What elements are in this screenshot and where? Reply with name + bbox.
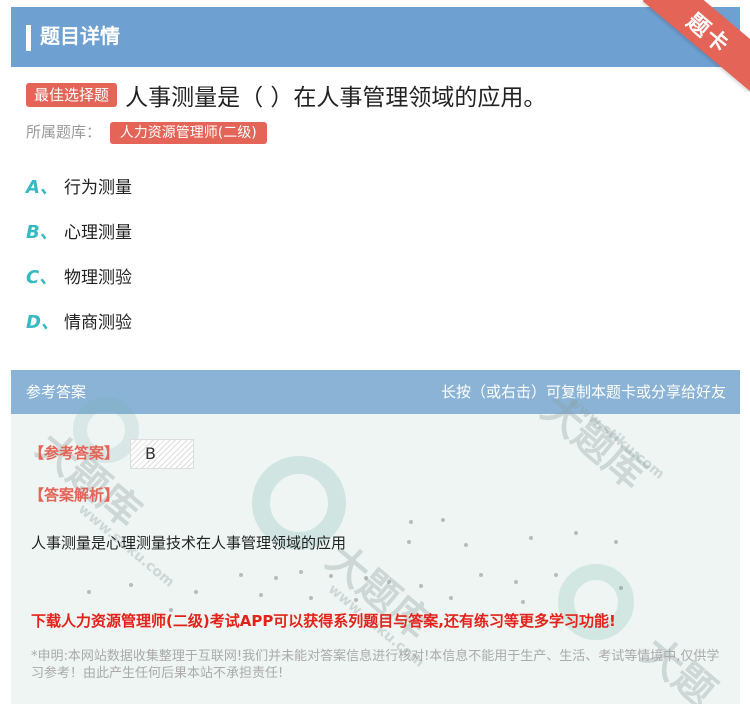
option-c[interactable]: C、 物理测验	[26, 263, 132, 308]
answer-value: B	[130, 439, 194, 469]
answer-label: 【参考答案】	[29, 444, 120, 462]
option-text: 物理测验	[64, 268, 132, 288]
ribbon-label: 题卡	[681, 9, 735, 60]
option-letter: D、	[26, 312, 59, 333]
page-title: 题目详情	[40, 24, 120, 48]
option-letter: A、	[26, 177, 58, 198]
option-letter: C、	[26, 267, 58, 288]
analysis-label: 【答案解析】	[29, 486, 120, 504]
source-label: 所属题库：	[26, 123, 102, 141]
options-list: A、 行为测量 B、 心理测量 C、 物理测验 D、 情商测验	[26, 173, 132, 353]
option-d[interactable]: D、 情商测验	[26, 308, 132, 353]
option-b[interactable]: B、 心理测量	[26, 218, 132, 263]
question-source: 所属题库： 人力资源管理师(二级)	[26, 120, 267, 144]
option-a[interactable]: A、 行为测量	[26, 173, 132, 218]
question: 最佳选择题 人事测量是（ ）在人事管理领域的应用。	[26, 78, 726, 112]
option-text: 行为测量	[64, 178, 132, 198]
option-text: 心理测量	[64, 223, 132, 243]
answer-panel: 参考答案 长按（或右击）可复制本题卡或分享给好友 大题库 www.stiku.c…	[11, 370, 740, 704]
question-text: 人事测量是（ ）在人事管理领域的应用。	[125, 85, 547, 111]
disclaimer: *申明:本网站数据收集整理于互联网!我们并未能对答案信息进行核对!本信息不能用于…	[31, 649, 720, 681]
option-letter: B、	[26, 222, 58, 243]
header-accent-bar	[26, 25, 31, 51]
option-text: 情商测验	[64, 313, 132, 333]
analysis-text: 人事测量是心理测量技术在人事管理领域的应用	[31, 534, 347, 552]
question-type-badge: 最佳选择题	[26, 83, 118, 107]
source-tag[interactable]: 人力资源管理师(二级)	[109, 122, 267, 144]
download-app-link[interactable]: 下载人力资源管理师(二级)考试APP可以获得系列题目与答案,还有练习等更多学习功…	[31, 610, 616, 631]
